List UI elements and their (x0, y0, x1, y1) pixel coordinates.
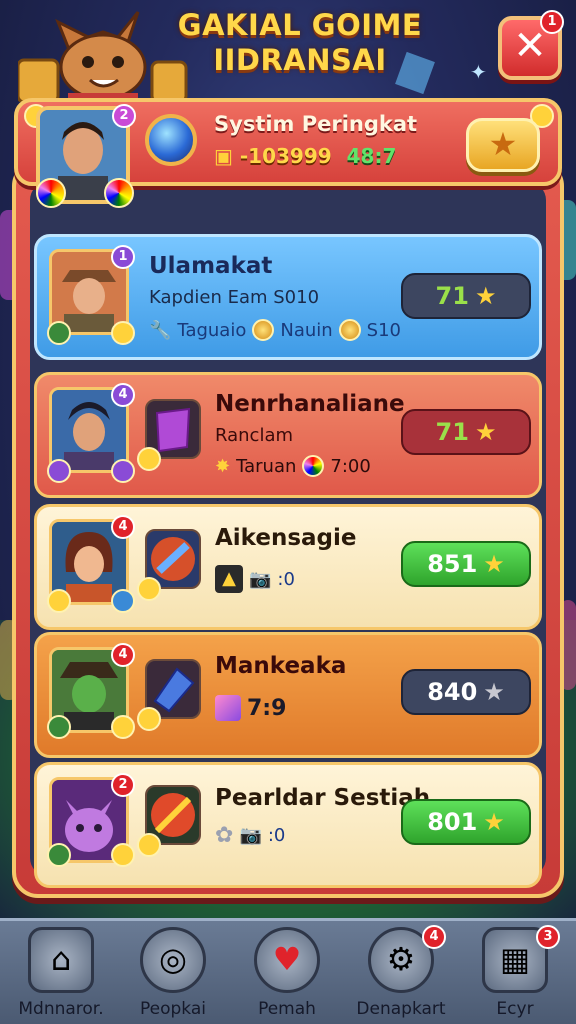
close-icon: ✕ (513, 23, 547, 69)
player-level-badge: 2 (112, 104, 136, 128)
leaderboard-card[interactable]: 4 Aikensagie ▲ 📷 :0 851 ★ (34, 504, 542, 630)
coin-icon (137, 707, 161, 731)
bunny-icon: ✿ (215, 823, 234, 848)
nav-item-favorites[interactable]: ♥ Pemah (232, 925, 342, 1024)
rank-badge: 4 (111, 643, 135, 667)
coin-icon (137, 447, 161, 471)
nav-badge: 3 (536, 925, 560, 949)
player-meta: ✸ Taruan 7:00 (215, 455, 371, 477)
thumb-icon (338, 319, 361, 341)
chest-icon: ▣ (214, 144, 233, 168)
nav-item-home[interactable]: ⌂ Mdnnaror. (6, 925, 116, 1024)
green-star-icon (47, 843, 71, 867)
rank-badge: 1 (111, 245, 135, 269)
nav-item-menu[interactable]: ▦ 3 Ecyr (460, 925, 570, 1024)
star-icon: ★ (474, 418, 497, 446)
nav-label: Pemah (258, 999, 316, 1019)
rank-ratio: 48:7 (346, 144, 397, 168)
coin-icon (252, 319, 275, 341)
player-subtitle: Kapdien Eam S010 (149, 287, 320, 308)
star-icon: ★ (483, 550, 505, 578)
score-pill: 71 ★ (401, 273, 531, 319)
rank-coins: -103999 (239, 144, 332, 168)
blue-orb-icon (145, 114, 197, 166)
coin-icon (137, 833, 161, 857)
heart-icon: ♥ (254, 927, 320, 993)
player-meta: 🔧 Taguaio Nauin S10 (149, 319, 402, 341)
player-meta: 7:9 (215, 695, 286, 721)
score-pill: 840 ★ (401, 669, 531, 715)
player-subtitle: Ranclam (215, 425, 294, 446)
leaderboard-card[interactable]: 1 Ulamakat Kapdien Eam S010 🔧 Taguaio Na… (34, 234, 542, 360)
coin-icon (137, 577, 161, 601)
nav-label: Ecyr (496, 999, 534, 1019)
tent-icon: ▲ (215, 565, 243, 593)
nav-item-people[interactable]: ◎ Peopkai (118, 925, 228, 1024)
score-pill: 71 ★ (401, 409, 531, 455)
purple-star-icon (47, 459, 71, 483)
player-name: Aikensagie (215, 525, 357, 551)
leaderboard-card[interactable]: 2 Pearldar Sestiah ✿ 📷 :0 801 ★ (34, 762, 542, 888)
nav-label: Denapkart (356, 999, 446, 1019)
purple-star-icon (111, 459, 135, 483)
nav-label: Peopkai (140, 999, 206, 1019)
sparkle-icon: ✦ (470, 60, 487, 84)
nav-item-settings[interactable]: ⚙ 4 Denapkart (346, 925, 456, 1024)
rank-badge: 4 (111, 383, 135, 407)
rank-stats: ▣ -103999 48:7 (214, 144, 396, 168)
favorite-star-button[interactable]: ★ (466, 118, 540, 172)
star-icon: ★ (483, 678, 505, 706)
coin-icon (111, 843, 135, 867)
star-icon: ★ (488, 125, 518, 163)
camera-icon: 📷 (239, 825, 262, 846)
player-name: Pearldar Sestiah (215, 785, 431, 811)
rank-badge: 4 (111, 515, 135, 539)
score-pill: 851 ★ (401, 541, 531, 587)
green-arrow-icon (47, 715, 71, 739)
target-icon: ◎ (140, 927, 206, 993)
rank-badge: 2 (111, 773, 135, 797)
pink-card-icon (215, 695, 241, 721)
star-icon: ★ (474, 282, 497, 310)
rainbow-icon (302, 455, 325, 477)
burst-icon: ✸ (215, 455, 231, 477)
rank-title: Systim Peringkat (214, 112, 418, 136)
score-pill: 801 ★ (401, 799, 531, 845)
leaderboard-card[interactable]: 4 Nenrhanaliane Ranclam ✸ Taruan 7:00 71… (34, 372, 542, 498)
star-icon: ★ (483, 808, 505, 836)
coin-icon (111, 715, 135, 739)
nav-label: Mdnnaror. (18, 999, 104, 1019)
player-meta: ✿ 📷 :0 (215, 823, 286, 848)
camera-icon: 📷 (249, 568, 272, 590)
leaderboard-card[interactable]: 4 Mankeaka 7:9 840 ★ (34, 632, 542, 758)
player-name: Mankeaka (215, 653, 347, 679)
close-badge: 1 (540, 10, 564, 34)
player-name: Ulamakat (149, 253, 273, 279)
gold-shield-icon (111, 321, 135, 345)
home-star-icon: ⌂ (28, 927, 94, 993)
rainbow-orb-icon (104, 178, 134, 208)
player-name: Nenrhanaliane (215, 391, 405, 417)
player-meta: ▲ 📷 :0 (215, 565, 295, 593)
blue-star-icon (111, 589, 135, 613)
green-star-icon (47, 321, 71, 345)
wrench-icon: 🔧 (149, 319, 172, 341)
rainbow-orb-icon (36, 178, 66, 208)
coin-icon (47, 589, 71, 613)
bottom-navigation: ⌂ Mdnnaror. ◎ Peopkai ♥ Pemah ⚙ 4 Denapk… (0, 918, 576, 1024)
nav-badge: 4 (422, 925, 446, 949)
